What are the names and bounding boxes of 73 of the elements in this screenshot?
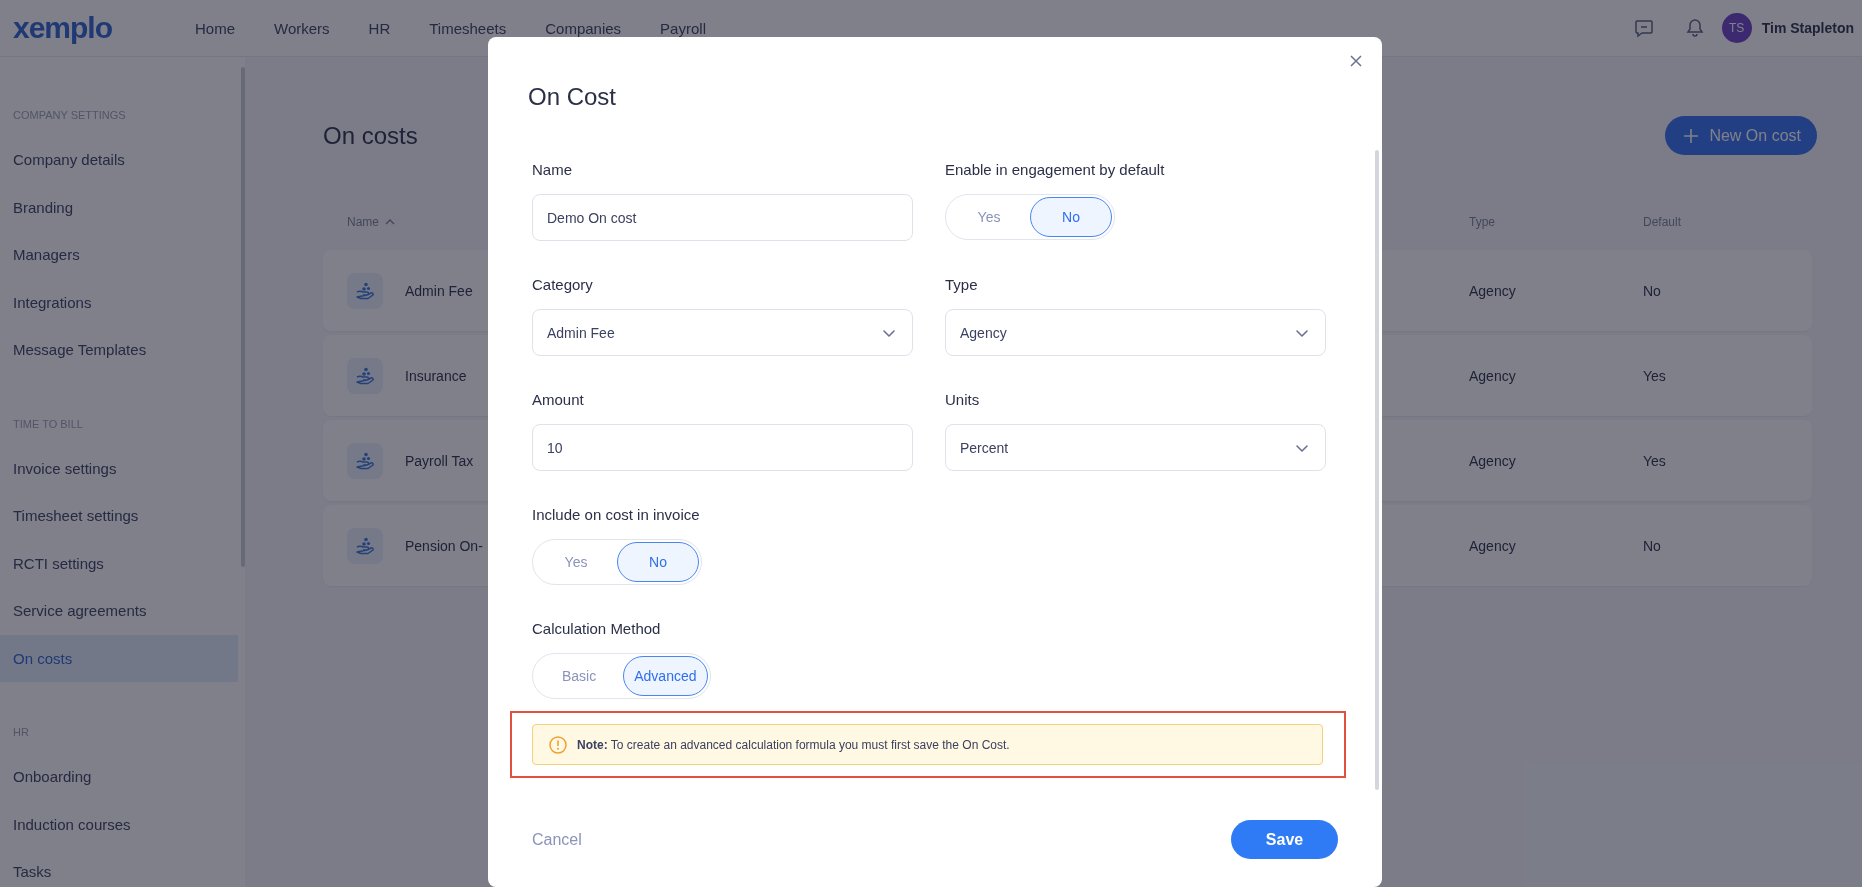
bell-icon[interactable] xyxy=(1685,18,1704,38)
sidebar-item[interactable]: Tasks xyxy=(0,848,238,887)
sidebar-item[interactable]: Timesheet settings xyxy=(0,492,238,540)
table-cell: Yes xyxy=(1643,367,1666,384)
nav-link[interactable]: Companies xyxy=(545,19,622,37)
field-label: Type xyxy=(945,275,978,295)
user-avatar[interactable]: TS xyxy=(1721,13,1752,43)
sidebar-item[interactable]: Branding xyxy=(0,183,238,231)
table-cell: No xyxy=(1643,537,1661,554)
select-field[interactable]: Percent xyxy=(945,424,1326,471)
table-cell: Agency xyxy=(1469,537,1516,554)
toggle-option[interactable]: Yes xyxy=(535,542,617,582)
chat-icon[interactable] xyxy=(1633,18,1654,38)
table-cell: Insurance xyxy=(405,367,467,384)
column-header[interactable]: Default xyxy=(1643,215,1682,229)
table-cell: Pension On- xyxy=(405,537,483,554)
nav-link[interactable]: HR xyxy=(368,19,391,37)
sidebar-item[interactable]: Message Templates xyxy=(0,326,238,374)
toggle-option[interactable]: Yes xyxy=(948,197,1030,237)
sidebar-item[interactable]: Company details xyxy=(0,136,238,184)
close-icon[interactable] xyxy=(1350,55,1362,67)
column-header[interactable]: Type xyxy=(1469,215,1495,229)
table-cell: Agency xyxy=(1469,367,1516,384)
new-on-cost-button[interactable]: New On cost xyxy=(1665,116,1817,155)
sidebar-item[interactable]: On costs xyxy=(0,634,238,682)
field-label: Units xyxy=(945,390,980,410)
cancel-link[interactable]: Cancel xyxy=(532,830,582,849)
toggle-option[interactable]: Advanced xyxy=(623,656,708,696)
select-field[interactable]: Agency xyxy=(945,309,1326,356)
sidebar-item[interactable]: Invoice settings xyxy=(0,444,238,492)
nav-link[interactable]: Timesheets xyxy=(429,19,507,37)
hand-coins-icon xyxy=(347,442,383,479)
input-field[interactable]: 10 xyxy=(532,424,913,471)
toggle-option[interactable]: Basic xyxy=(535,656,624,696)
save-button[interactable]: Save xyxy=(1231,820,1338,859)
logo[interactable]: xemplo xyxy=(13,11,195,45)
note-text: Note: To create an advanced calculation formula you must first save the On Cost. xyxy=(577,737,1010,752)
field-label: Include on cost in invoice xyxy=(532,505,700,525)
hand-coins-icon xyxy=(347,527,383,564)
sidebar-item[interactable]: Service agreements xyxy=(0,587,238,635)
sidebar-item[interactable]: RCTI settings xyxy=(0,539,238,587)
field-label: Name xyxy=(532,160,572,180)
nav-link[interactable]: Home xyxy=(195,19,235,37)
table-cell: Admin Fee xyxy=(405,282,473,299)
sidebar-item[interactable]: Onboarding xyxy=(0,753,238,801)
select-field[interactable]: Admin Fee xyxy=(532,309,913,356)
table-cell: Agency xyxy=(1469,452,1516,469)
field-label: Amount xyxy=(532,390,584,410)
sort-up-icon[interactable] xyxy=(385,217,395,227)
toggle-option[interactable]: No xyxy=(617,542,699,582)
sidebar-item[interactable]: Managers xyxy=(0,231,238,279)
plus-icon xyxy=(1683,127,1700,144)
input-field[interactable]: Demo On cost xyxy=(532,194,913,241)
user-name[interactable]: Tim Stapleton xyxy=(1761,20,1854,36)
field-label: Category xyxy=(532,275,593,295)
hand-coins-icon xyxy=(347,272,383,309)
column-header[interactable]: Name xyxy=(347,215,395,229)
page-title: On costs xyxy=(323,121,418,150)
toggle-option[interactable]: No xyxy=(1030,197,1112,237)
nav-link[interactable]: Payroll xyxy=(660,19,706,37)
table-cell: No xyxy=(1643,282,1661,299)
warning-icon xyxy=(549,735,567,754)
table-cell: Payroll Tax xyxy=(405,452,474,469)
table-cell: Yes xyxy=(1643,452,1666,469)
hand-coins-icon xyxy=(347,357,383,394)
table-cell: Agency xyxy=(1469,282,1516,299)
scrollbar[interactable] xyxy=(1375,150,1379,790)
sidebar-item[interactable]: Induction courses xyxy=(0,800,238,848)
dialog-title: On Cost xyxy=(528,82,618,112)
sidebar-item[interactable]: Integrations xyxy=(0,278,238,326)
field-label: Calculation Method xyxy=(532,619,661,639)
nav-link[interactable]: Workers xyxy=(274,19,330,37)
field-label: Enable in engagement by default xyxy=(945,160,1165,180)
